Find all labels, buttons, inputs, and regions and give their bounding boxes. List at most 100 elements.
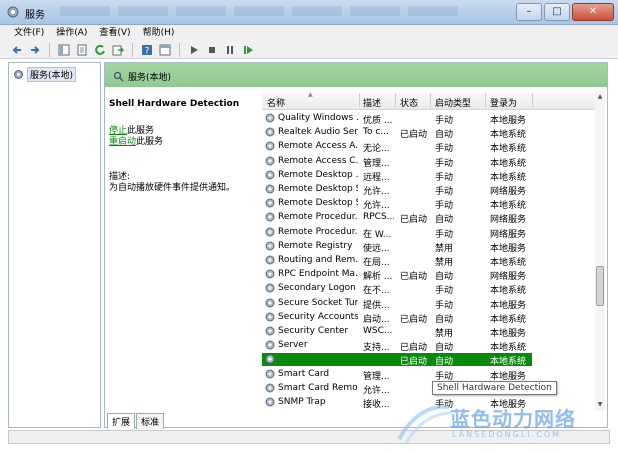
service-row[interactable]: Smart Card 管理... 手动 本地服务 bbox=[262, 368, 532, 382]
maximize-button[interactable]: □ bbox=[544, 3, 570, 21]
service-name-cell: Smart Card bbox=[278, 368, 330, 379]
scroll-up-icon[interactable]: ▲ bbox=[596, 93, 604, 101]
service-row[interactable]: 已启动 自动 本地系统 bbox=[262, 353, 532, 368]
service-logon-cell: 本地服务 bbox=[490, 371, 527, 382]
service-row[interactable]: Server 支持... 已启动 自动 本地系统 bbox=[262, 339, 532, 354]
console-tree-icon[interactable] bbox=[57, 43, 71, 57]
service-row[interactable]: Remote Procedur... RPCS... 已启动 自动 网络服务 bbox=[262, 211, 532, 225]
properties-sheet-icon[interactable] bbox=[75, 43, 89, 57]
column-description[interactable]: 描述 bbox=[363, 96, 381, 109]
service-logon-cell: 本地服务 bbox=[490, 243, 527, 254]
services-gear-icon bbox=[7, 6, 19, 18]
refresh-icon[interactable] bbox=[93, 43, 107, 57]
column-log-on-as[interactable]: 登录为 bbox=[490, 96, 517, 109]
service-startup-cell: 手动 bbox=[435, 172, 454, 183]
service-logon-cell: 本地系统 bbox=[490, 201, 527, 212]
restart-icon[interactable] bbox=[241, 43, 255, 57]
scroll-thumb[interactable] bbox=[596, 266, 604, 306]
blurred-taskbar-tabs bbox=[60, 6, 540, 18]
service-name-cell: Remote Access A... bbox=[278, 141, 358, 152]
service-row[interactable]: Routing and Rem... 在局... 禁用 本地系统 bbox=[262, 254, 532, 268]
service-name-cell: Remote Desktop S... bbox=[278, 184, 358, 194]
service-logon-cell: 本地服务 bbox=[490, 116, 527, 126]
service-logon-cell: 本地系统 bbox=[490, 158, 527, 169]
service-row[interactable]: Security Accounts... 启动... 已启动自动 本地系统 bbox=[262, 311, 532, 325]
service-status-cell: 已启动 bbox=[400, 314, 428, 325]
service-name-cell: Remote Access C... bbox=[278, 155, 358, 166]
service-gear-icon bbox=[265, 227, 275, 237]
service-startup-cell: 自动 bbox=[435, 357, 454, 368]
service-name-cell: Remote Registry bbox=[278, 240, 353, 251]
column-status[interactable]: 状态 bbox=[400, 96, 418, 109]
service-description-cell: 无论... bbox=[363, 144, 390, 155]
minimize-button[interactable]: – bbox=[516, 3, 542, 21]
stop-icon[interactable] bbox=[205, 43, 219, 57]
vertical-scrollbar[interactable]: ▲ ▼ bbox=[595, 91, 605, 411]
window-title: 服务 bbox=[25, 10, 45, 21]
service-name-cell: Routing and Rem... bbox=[278, 255, 358, 265]
close-button[interactable]: ✕ bbox=[572, 3, 614, 21]
menu-file[interactable]: 文件(F) bbox=[14, 25, 44, 41]
panel-icon[interactable] bbox=[158, 43, 172, 57]
service-startup-cell: 手动 bbox=[435, 300, 454, 311]
menu-help[interactable]: 帮助(H) bbox=[143, 25, 175, 41]
service-row[interactable]: Remote Access A... 无论... 手动 本地系统 bbox=[262, 140, 532, 155]
service-row[interactable]: Remote Desktop S... 允许... 手动 本地系统 bbox=[262, 197, 532, 212]
service-startup-cell: 禁用 bbox=[435, 329, 454, 339]
service-startup-cell: 手动 bbox=[435, 116, 454, 126]
service-row[interactable]: Quality Windows ... 优质 ... 手动 本地服务 bbox=[262, 112, 532, 126]
service-logon-cell: 本地服务 bbox=[490, 329, 527, 339]
service-description-cell: 在 W... bbox=[363, 229, 392, 240]
service-gear-icon bbox=[265, 212, 275, 222]
back-icon[interactable] bbox=[10, 43, 24, 57]
service-name-cell: Secondary Logon bbox=[278, 283, 356, 294]
menu-action[interactable]: 操作(A) bbox=[56, 25, 87, 41]
service-gear-icon bbox=[265, 354, 275, 364]
pause-icon[interactable] bbox=[223, 43, 237, 57]
service-name-cell: Remote Procedur... bbox=[278, 226, 358, 237]
service-row[interactable]: Secondary Logon 在不... 手动 本地系统 bbox=[262, 282, 532, 297]
forward-icon[interactable] bbox=[28, 43, 42, 57]
restart-action: 重启动此服务 bbox=[109, 137, 164, 147]
service-row[interactable]: Secure Socket Tun... 提供... 手动 本地服务 bbox=[262, 297, 532, 311]
service-logon-cell: 网络服务 bbox=[490, 272, 527, 283]
service-status-cell: 已启动 bbox=[400, 343, 428, 354]
column-startup-type[interactable]: 启动类型 bbox=[435, 96, 471, 109]
service-logon-cell: 网络服务 bbox=[490, 229, 527, 240]
restart-service-link[interactable]: 重启动 bbox=[109, 137, 136, 147]
play-icon[interactable] bbox=[187, 43, 201, 57]
column-name[interactable]: 名称 bbox=[267, 96, 285, 109]
service-logon-cell: 本地系统 bbox=[490, 357, 527, 368]
service-gear-icon bbox=[265, 198, 275, 208]
service-logon-cell: 本地系统 bbox=[490, 258, 527, 268]
services-gear-icon bbox=[14, 70, 23, 79]
service-description-cell: WSC... bbox=[363, 326, 393, 336]
menu-view[interactable]: 查看(V) bbox=[99, 25, 130, 41]
service-logon-cell: 网络服务 bbox=[490, 187, 527, 197]
service-row[interactable]: Security Center WSC... 禁用 本地服务 bbox=[262, 325, 532, 339]
menu-bar: 文件(F) 操作(A) 查看(V) 帮助(H) bbox=[0, 25, 618, 41]
service-description-cell: 允许... bbox=[363, 201, 390, 212]
service-name-cell: Smart Card Remo... bbox=[278, 382, 358, 393]
tree-node-services-local[interactable]: 服务(本地) bbox=[13, 67, 77, 82]
service-row[interactable]: Realtek Audio Ser... To c... 已启动 自动 本地系统 bbox=[262, 126, 532, 140]
tab-extended[interactable]: 扩展 bbox=[107, 413, 136, 429]
service-row[interactable]: Remote Registry 使远... 禁用 本地服务 bbox=[262, 240, 532, 254]
help-icon[interactable]: ? bbox=[140, 43, 154, 57]
service-detail-panel: Shell Hardware Detection 停止此服务 重启动此服务 描述… bbox=[105, 91, 260, 411]
service-row[interactable]: RPC Endpoint Ma... 解析 ... 已启动 自动 网络服务 bbox=[262, 268, 532, 283]
service-gear-icon bbox=[265, 340, 275, 350]
service-description-cell: 解析 ... bbox=[363, 272, 393, 283]
service-gear-icon bbox=[265, 184, 275, 194]
service-row[interactable]: Remote Desktop ... 远程... 手动 本地系统 bbox=[262, 169, 532, 183]
export-icon[interactable] bbox=[111, 43, 125, 57]
service-gear-icon bbox=[265, 397, 275, 407]
service-gear-icon bbox=[265, 383, 275, 393]
tab-standard[interactable]: 标准 bbox=[136, 413, 165, 429]
service-gear-icon bbox=[265, 170, 275, 180]
service-row[interactable]: Remote Desktop S... 允许... 手动 网络服务 bbox=[262, 183, 532, 197]
service-row[interactable]: Remote Access C... 管理... 手动 本地系统 bbox=[262, 155, 532, 169]
service-description-cell: 使远... bbox=[363, 243, 390, 254]
service-row[interactable]: Remote Procedur... 在 W... 手动 网络服务 bbox=[262, 226, 532, 240]
service-description-cell: 在不... bbox=[363, 286, 390, 297]
